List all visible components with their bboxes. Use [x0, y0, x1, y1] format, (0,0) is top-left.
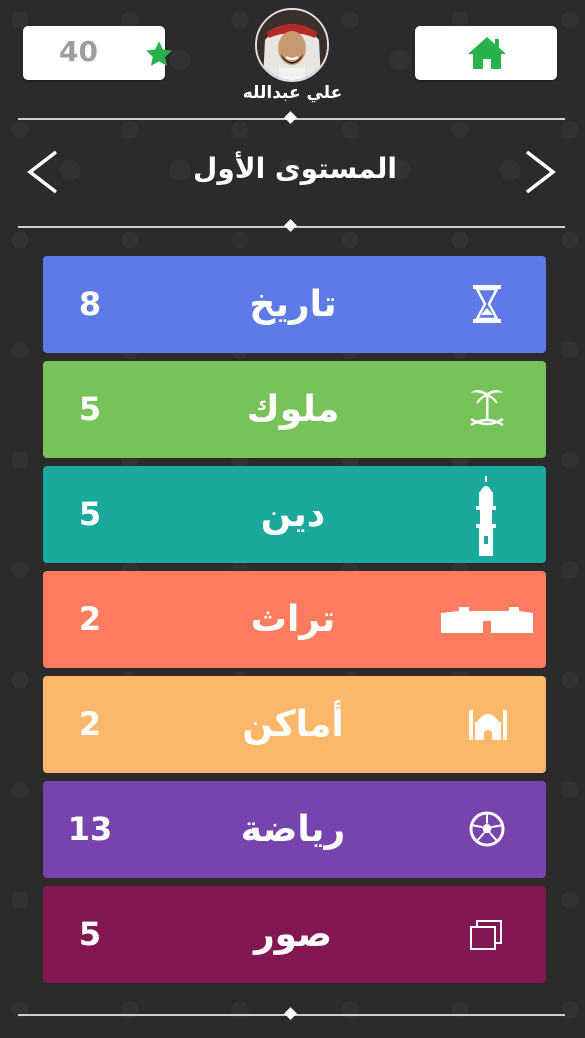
avatar[interactable]: [255, 8, 329, 82]
divider-middle: [18, 219, 565, 232]
divider-bottom: [18, 1007, 565, 1020]
category-heritage[interactable]: 2 تراث: [43, 571, 546, 668]
divider-top: [18, 111, 565, 124]
avatar-portrait: [257, 10, 327, 80]
soccer-ball-icon: [469, 811, 505, 847]
score-box: 40: [23, 26, 172, 80]
hourglass-icon: [473, 285, 501, 323]
category-kings[interactable]: 5 ملوك: [43, 361, 546, 458]
category-name: صور: [253, 914, 333, 955]
category-count: 5: [78, 495, 102, 533]
palm-swords-icon: [470, 390, 504, 427]
category-count: 2: [78, 600, 102, 638]
category-name: رياضة: [240, 809, 346, 850]
home-icon: [468, 37, 506, 69]
category-count: 2: [78, 705, 102, 743]
level-title: المستوى الأول: [193, 152, 397, 185]
star-icon: [146, 41, 172, 66]
category-name: تاريخ: [249, 284, 337, 325]
category-name: دين: [260, 494, 326, 535]
category-name: تراث: [250, 599, 336, 640]
category-history[interactable]: 8 تاريخ: [43, 256, 546, 353]
category-count: 5: [78, 390, 102, 428]
minaret-icon: [476, 476, 496, 556]
category-places[interactable]: 2 أماكن: [43, 676, 546, 773]
previous-level-arrow-icon[interactable]: [24, 148, 60, 196]
category-photos[interactable]: 5 صور: [43, 886, 546, 983]
category-count: 5: [78, 915, 102, 953]
category-name: ملوك: [246, 389, 340, 430]
category-name: أماكن: [242, 704, 344, 745]
mosque-icon: [469, 710, 507, 740]
score-value: 40: [59, 35, 98, 68]
category-count: 8: [78, 285, 102, 323]
category-religion[interactable]: 5 دين: [43, 466, 546, 563]
home-button[interactable]: [415, 26, 557, 80]
category-sports[interactable]: 13 رياضة: [43, 781, 546, 878]
username: علي عبدالله: [242, 83, 343, 103]
fort-icon: [441, 607, 533, 633]
photos-icon: [470, 920, 502, 950]
category-count: 13: [67, 810, 113, 848]
next-level-arrow-icon[interactable]: [523, 148, 559, 196]
